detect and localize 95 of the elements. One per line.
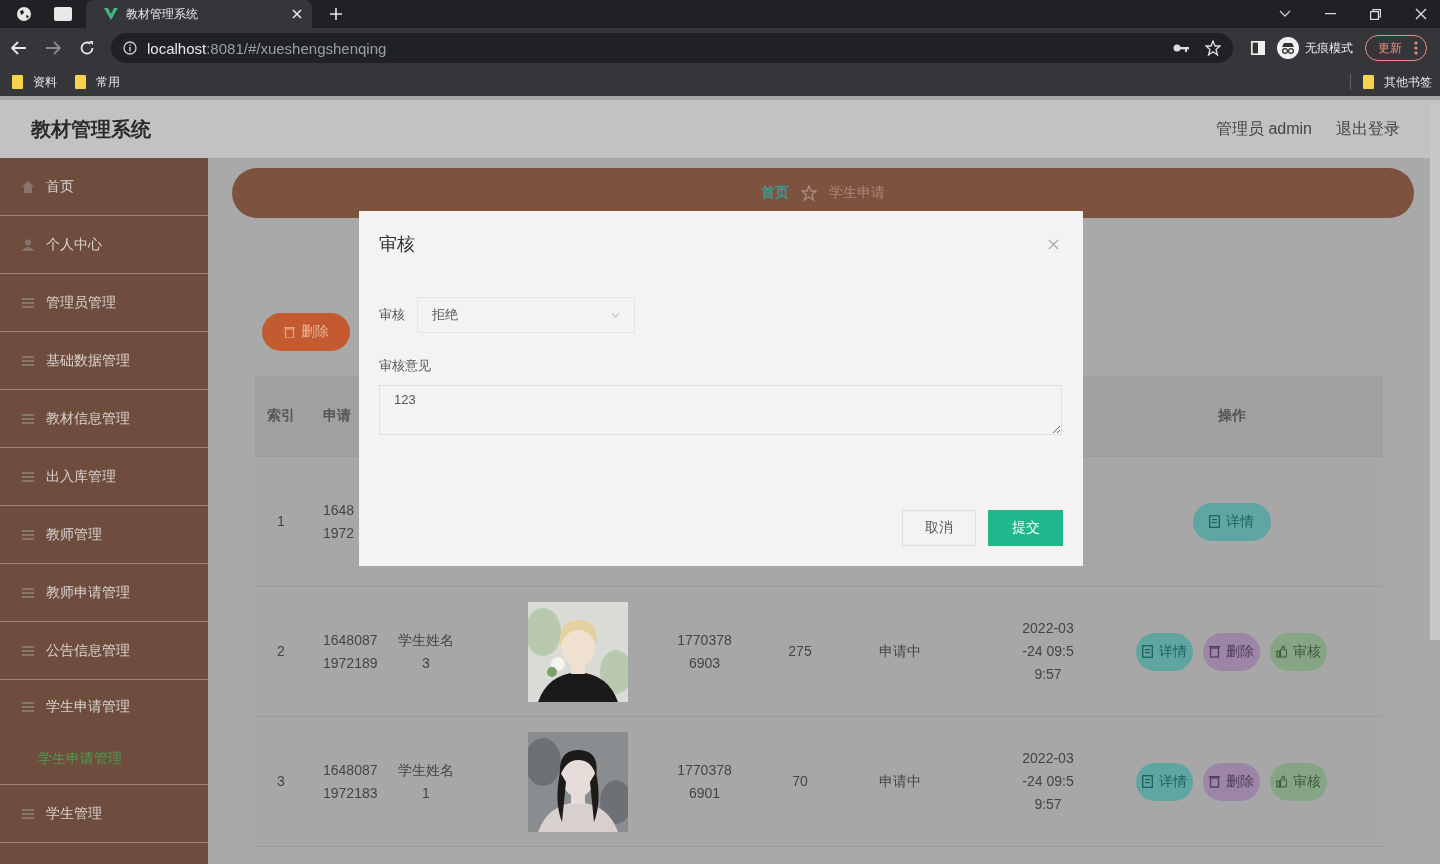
apply-number-cell-text: 1648 1972 [323, 500, 356, 543]
scrollbar[interactable] [1430, 104, 1440, 640]
sidebar-item[interactable]: 学生申请管理 [0, 680, 208, 734]
trash-icon [1209, 645, 1220, 658]
thumbs-up-icon [1276, 775, 1287, 788]
sidebar-item[interactable]: 管理员管理 [0, 274, 208, 331]
sidebar-item[interactable]: 基础数据管理 [0, 332, 208, 389]
more-icon [1414, 41, 1418, 55]
v-logo-icon [104, 8, 118, 20]
bookmark[interactable]: 资料 [12, 73, 57, 91]
column-header: 索引 [267, 407, 295, 425]
apply-number-cell-text: 16480871972189 [323, 630, 379, 673]
name-cell-text: 学生姓名3 [397, 630, 455, 673]
list-icon [22, 354, 34, 367]
comment-field[interactable]: 123 [379, 385, 1062, 435]
index-cell-text: 1 [276, 512, 286, 531]
info-icon [123, 41, 137, 55]
update-button[interactable]: 更新 [1365, 35, 1427, 61]
list-icon [22, 412, 34, 425]
user-name: 管理员 admin [1215, 118, 1312, 139]
apply-number-cell-text: 16480871972183 [323, 760, 379, 803]
field-label: 审核 [379, 306, 405, 324]
document-icon [1142, 645, 1153, 658]
bookmark[interactable]: 常用 [75, 73, 120, 91]
thumbs-up-icon [1276, 645, 1287, 658]
side-panel-icon[interactable] [1251, 41, 1265, 55]
list-icon [22, 644, 34, 657]
dialog-title: 审核 [379, 233, 415, 256]
field-label: 审核意见 [379, 357, 432, 375]
count-cell-text: 70 [791, 772, 809, 791]
time-cell-text: 2022-03-24 09:59:57 [1021, 749, 1075, 814]
review-button[interactable]: 审核 [1270, 762, 1327, 801]
address-field[interactable]: localhost:8081/#/xueshengshenqing [111, 33, 1233, 63]
index-cell-text: 3 [276, 772, 286, 791]
forward-icon[interactable] [45, 41, 61, 55]
detail-button[interactable]: 详情 [1192, 502, 1271, 541]
phone-cell-text: 17703786901 [676, 760, 733, 803]
chevron-down-icon[interactable] [1279, 10, 1291, 18]
logout-link[interactable]: 退出登录 [1336, 118, 1400, 140]
document-icon [1209, 515, 1220, 528]
trash-icon [283, 326, 295, 338]
list-icon [22, 470, 34, 483]
url-text: localhost:8081/#/xueshengshenqing [147, 39, 387, 57]
list-icon [22, 296, 34, 309]
folder-icon [12, 75, 23, 89]
index-cell-text: 2 [276, 642, 286, 661]
delete-button[interactable]: 删除 [1203, 762, 1260, 801]
time-cell-text: 2022-03-24 09:59:57 [1021, 619, 1075, 684]
browser-tab[interactable]: 教材管理系统 [86, 0, 312, 28]
plus-icon[interactable] [330, 8, 342, 20]
tab-title: 教材管理系统 [126, 5, 199, 23]
key-icon[interactable] [1173, 43, 1189, 53]
count-cell-text: 275 [787, 642, 813, 661]
sidebar-item[interactable]: 教材信息管理 [0, 390, 208, 447]
incognito-badge[interactable]: 无痕模式 [1275, 35, 1361, 61]
sidebar-item[interactable]: 首页 [0, 158, 208, 215]
list-icon [22, 701, 34, 713]
folder-icon [1363, 75, 1374, 89]
detail-button[interactable]: 详情 [1136, 762, 1193, 801]
back-icon[interactable] [11, 41, 27, 55]
star-icon [801, 185, 817, 201]
status-cell-text: 申请中 [878, 642, 922, 661]
column-header: 操作 [1217, 407, 1246, 425]
detail-button[interactable]: 详情 [1136, 632, 1193, 671]
sidebar-item[interactable]: 公告信息管理 [0, 622, 208, 679]
restore-icon[interactable] [1370, 8, 1381, 20]
sidebar-item[interactable]: 出入库管理 [0, 448, 208, 505]
phone-cell-text: 17703786903 [676, 630, 733, 673]
sidebar-item[interactable]: 教师申请管理 [0, 564, 208, 621]
list-icon [22, 807, 34, 820]
review-button[interactable]: 审核 [1270, 632, 1327, 671]
app-title: 教材管理系统 [31, 116, 151, 142]
sidebar-item[interactable]: 个人中心 [0, 216, 208, 273]
list-icon [22, 586, 34, 599]
status-cell-text: 申请中 [878, 772, 922, 791]
chevron-down-icon [611, 312, 620, 318]
select-field[interactable]: 拒绝 [417, 297, 635, 333]
incognito-icon [1277, 37, 1299, 59]
star-icon[interactable] [1205, 40, 1221, 56]
document-icon [1142, 775, 1153, 788]
minimize-icon[interactable] [1325, 13, 1336, 15]
cancel-button[interactable]: 取消 [902, 510, 976, 546]
trash-icon [1209, 775, 1220, 788]
delete-button[interactable]: 删除 [1203, 632, 1260, 671]
sidebar-item[interactable]: 教师管理 [0, 506, 208, 563]
globe-icon[interactable] [16, 6, 32, 22]
folder-icon [75, 75, 86, 89]
reload-icon[interactable] [79, 40, 95, 56]
name-cell-text: 学生姓名1 [397, 760, 455, 803]
home-icon [22, 180, 34, 193]
user-icon [22, 238, 34, 251]
column-header: 申请 [323, 407, 351, 425]
list-icon [22, 528, 34, 541]
bookmark[interactable]: 其他书签 [1363, 73, 1432, 91]
sidebar-item[interactable]: 学生管理 [0, 785, 208, 842]
